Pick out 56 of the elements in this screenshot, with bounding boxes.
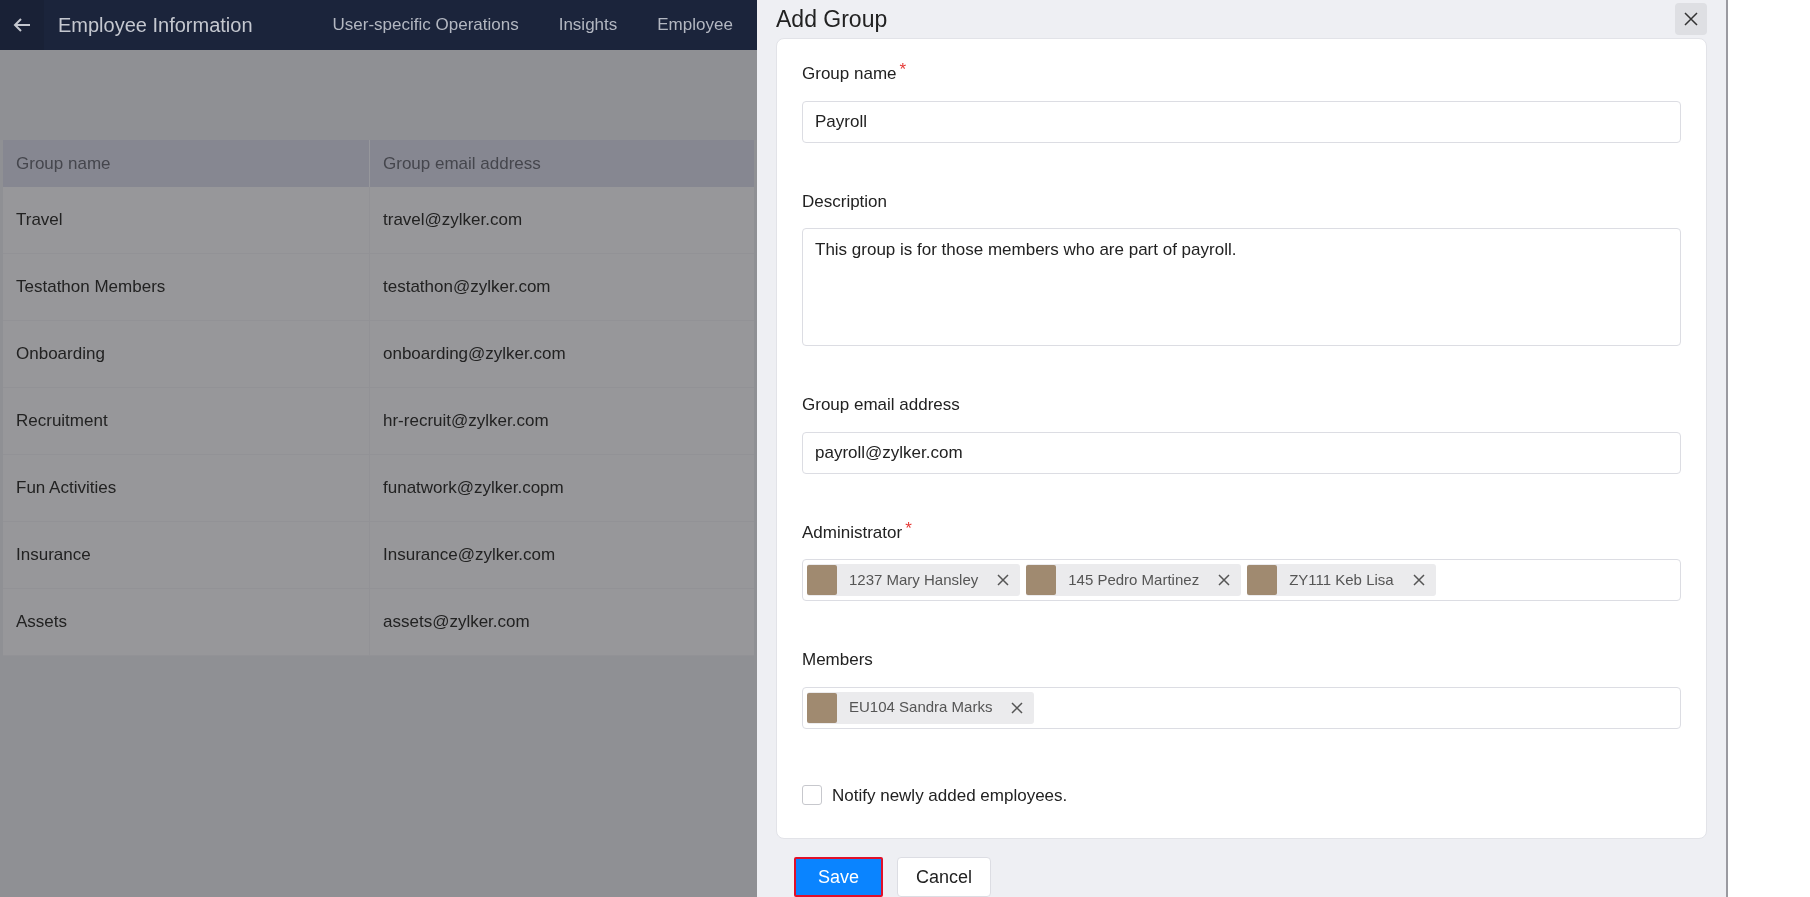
nav-tab[interactable]: User-specific Operations <box>332 12 519 38</box>
close-icon[interactable] <box>1217 573 1232 587</box>
textarea-field[interactable]: This group is for those members who are part of payroll. <box>802 228 1681 346</box>
back-button[interactable] <box>0 0 44 50</box>
user-chip[interactable]: EU104 Sandra Marks <box>807 691 1035 724</box>
table-cell: Testathon Members <box>3 254 370 320</box>
field-label: Members <box>802 649 873 671</box>
chip-input-field[interactable]: EU104 Sandra Marks <box>802 686 1681 729</box>
nav-tab[interactable]: Insights <box>558 12 618 38</box>
close-button[interactable] <box>1675 3 1707 35</box>
table-cell: Travel <box>3 187 370 253</box>
column-header: Group email address <box>382 152 542 175</box>
checkbox-label: Notify newly added employees. <box>832 784 1068 807</box>
field-label: Group name <box>802 63 897 85</box>
avatar-placeholder <box>1026 565 1057 595</box>
close-icon[interactable] <box>996 573 1011 587</box>
required-asterisk: * <box>899 61 907 78</box>
field-label: Group email address <box>802 394 960 416</box>
save-button[interactable]: Save <box>794 857 884 897</box>
avatar-placeholder <box>807 692 837 723</box>
dialog-title: Add Group <box>776 4 888 34</box>
table-cell-text: assets@zylker.com <box>382 611 531 634</box>
table-cell-text: Insurance@zylker.com <box>382 544 557 567</box>
table-cell: Onboarding <box>3 321 370 387</box>
table-cell-text: onboarding@zylker.com <box>382 343 567 366</box>
close-icon[interactable] <box>1010 700 1025 715</box>
table-cell-text: travel@zylker.com <box>382 209 524 232</box>
table-cell: Assets <box>3 589 370 655</box>
avatar-placeholder <box>1247 565 1278 595</box>
table-cell: Recruitment <box>3 388 370 454</box>
cancel-button[interactable]: Cancel <box>897 857 992 897</box>
nav-tab[interactable]: Employee <box>657 12 733 38</box>
user-chip[interactable]: 1237 Mary Hansley <box>807 564 1021 596</box>
close-icon <box>1684 12 1698 26</box>
table-cell-text: funatwork@zylker.copm <box>382 477 565 500</box>
input-field[interactable]: Payroll <box>802 100 1681 143</box>
user-chip[interactable]: 145 Pedro Martinez <box>1026 564 1242 596</box>
page-title: Employee Information <box>58 13 253 38</box>
chip-label: 145 Pedro Martinez <box>1068 569 1200 590</box>
table-cell-text: testathon@zylker.com <box>382 276 552 299</box>
table-cell: Fun Activities <box>3 455 370 521</box>
table-cell: Insurance <box>3 522 370 588</box>
chip-label: 1237 Mary Hansley <box>849 569 979 590</box>
back-arrow-icon <box>13 17 31 33</box>
notify-checkbox[interactable] <box>802 785 822 806</box>
user-chip[interactable]: ZY111 Keb Lisa <box>1247 564 1436 596</box>
required-asterisk: * <box>905 519 912 537</box>
chip-label: ZY111 Keb Lisa <box>1289 569 1394 590</box>
chip-input-field[interactable]: 1237 Mary Hansley 145 Pedro Martinez ZY111 Keb Lisa <box>802 559 1681 601</box>
close-icon[interactable] <box>1411 573 1426 587</box>
avatar-placeholder <box>807 565 837 595</box>
field-label: Description <box>802 190 888 213</box>
chip-label: EU104 Sandra Marks <box>849 697 993 718</box>
input-field[interactable]: payroll@zylker.com <box>802 431 1681 474</box>
field-label: Administrator <box>802 521 903 544</box>
table-cell-text: hr-recruit@zylker.com <box>382 410 550 433</box>
